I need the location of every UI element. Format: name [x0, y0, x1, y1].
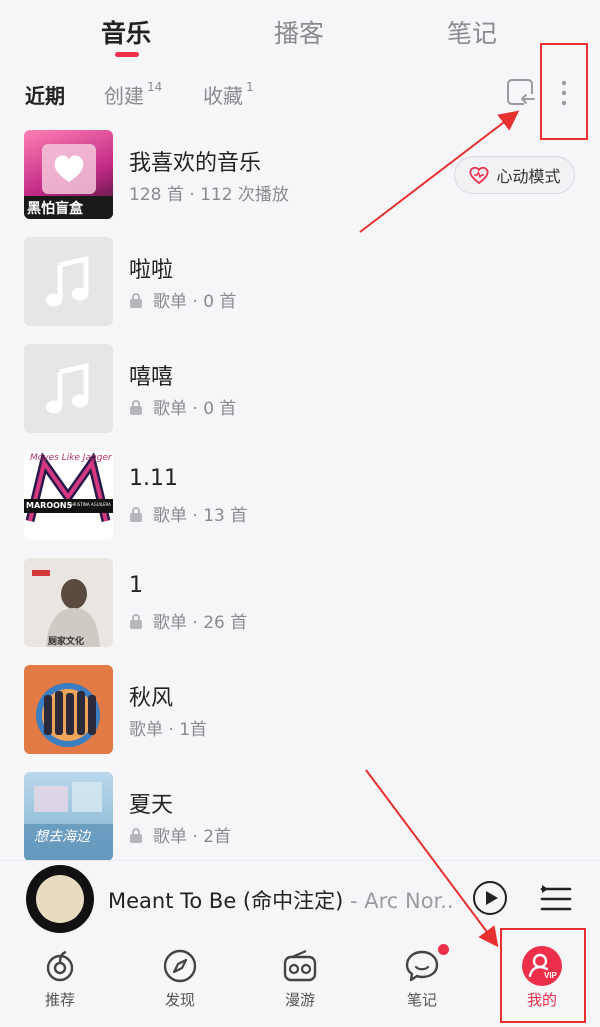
playlist-title: 嘻嘻: [129, 365, 174, 390]
now-playing-text: Meant To Be (命中注定) - Arc Nor...: [108, 885, 453, 915]
top-tabs: 音乐 播客 笔记: [0, 0, 600, 62]
playlist-title: 夏天: [129, 793, 174, 818]
playlist-cover: 厕家文化: [24, 558, 113, 647]
seaside-cover-art: [24, 782, 113, 861]
music-note-icon: [46, 362, 89, 414]
recommend-icon: [46, 950, 74, 982]
annotation-box-mine: [500, 928, 586, 1023]
import-icon[interactable]: [504, 76, 538, 110]
playlist-meta-row: 歌单 · 26 首: [129, 608, 247, 633]
subtab-favorites-count: 1: [246, 80, 254, 95]
notification-dot: [438, 944, 449, 955]
playlist-meta: 歌单 · 1首: [129, 720, 208, 740]
playlist-cover: [24, 665, 113, 754]
chat-bubble-icon: [405, 950, 439, 982]
playlist-item[interactable]: 嘻嘻 歌单 · 0 首: [24, 344, 584, 434]
playlist-item-liked[interactable]: 黑怕盲盒 我喜欢的音乐 128 首 · 112 次播放 心动模式: [24, 130, 584, 220]
playlist-meta: 歌单 · 0 首: [153, 292, 237, 312]
lock-icon: [130, 399, 142, 415]
playlist-item[interactable]: 厕家文化 1 歌单 · 26 首: [24, 558, 584, 648]
mini-player[interactable]: Meant To Be (命中注定) - Arc Nor...: [0, 860, 600, 936]
nav-label: 笔记: [406, 991, 437, 1009]
cover-caption: 黑怕盲盒: [27, 201, 83, 217]
playlist-title: 1: [129, 573, 143, 598]
playlist-meta-row: 歌单 · 2首: [129, 822, 231, 847]
lock-icon: [130, 506, 142, 522]
playlist-title: 秋风: [129, 686, 174, 711]
playlist-item[interactable]: 啦啦 歌单 · 0 首: [24, 237, 584, 327]
playlist-item[interactable]: 秋风 歌单 · 1首: [24, 665, 584, 755]
playlist-cover: 黑怕盲盒: [24, 130, 113, 219]
lock-icon: [130, 292, 142, 308]
playlist-cover: [24, 237, 113, 326]
playlist-queue-icon[interactable]: [540, 883, 572, 915]
playlist-meta: 歌单 · 26 首: [153, 613, 248, 633]
nav-recommend[interactable]: 推荐: [15, 936, 105, 1027]
playlist-title: 1.11: [129, 466, 178, 491]
playlist-title: 我喜欢的音乐: [129, 151, 262, 176]
nav-label: 漫游: [284, 991, 315, 1009]
nav-label: 发现: [164, 991, 195, 1009]
play-icon[interactable]: [472, 880, 508, 916]
playlist-meta: 歌单 · 13 首: [153, 506, 248, 526]
nav-discover[interactable]: 发现: [135, 936, 225, 1027]
compass-icon: [163, 949, 197, 983]
playlist-item[interactable]: Moves Like Jagger MAROON5 CHRISTINA AGUI…: [24, 451, 584, 541]
lock-icon: [130, 827, 142, 843]
maroon-featuring-text: CHRISTINA AGUILERA: [68, 502, 111, 507]
heart-mode-label: 心动模式: [496, 167, 561, 186]
album-art: [36, 875, 84, 923]
music-note-icon: [46, 255, 89, 307]
annotation-box-more: [540, 43, 588, 140]
playlist-meta: 歌单 · 0 首: [153, 399, 237, 419]
playlist-item[interactable]: 想去海边 夏天 歌单 · 2首: [24, 772, 584, 862]
playlist-meta-row: 歌单 · 0 首: [129, 394, 236, 419]
playlist-cover: 想去海边: [24, 772, 113, 861]
nav-notes[interactable]: 笔记: [377, 936, 467, 1027]
maroon5-cover-art: [24, 452, 113, 523]
heartbeat-icon: [469, 166, 490, 185]
subtab-created-label: 创建: [104, 84, 144, 108]
album-disc[interactable]: [26, 865, 94, 933]
subtab-recent-label: 近期: [25, 84, 65, 108]
nav-roam[interactable]: 漫游: [255, 936, 345, 1027]
playlist-title: 啦啦: [129, 258, 174, 283]
maroon-band-text: MAROON5: [26, 501, 73, 510]
subtab-created-count: 14: [147, 80, 163, 95]
playlist-meta-row: 歌单 · 13 首: [129, 501, 247, 526]
song-artist: - Arc Nor...: [343, 889, 453, 913]
playlist-cover: Moves Like Jagger MAROON5 CHRISTINA AGUI…: [24, 451, 113, 540]
tab-notes[interactable]: 笔记: [447, 14, 497, 50]
tab-podcast[interactable]: 播客: [274, 14, 324, 50]
subtab-recent[interactable]: 近期: [25, 80, 65, 109]
subtab-created[interactable]: 创建 14: [104, 80, 162, 109]
maroon-title-text: Moves Like Jagger: [30, 453, 112, 463]
heart-mode-button[interactable]: 心动模式: [454, 156, 575, 194]
tab-music[interactable]: 音乐: [101, 14, 151, 50]
cover-text: 想去海边: [34, 829, 90, 845]
playlist-cover: [24, 344, 113, 433]
nav-label: 推荐: [44, 991, 75, 1009]
playlist-meta-row: 歌单 · 0 首: [129, 287, 236, 312]
song-title: Meant To Be (命中注定): [108, 889, 344, 913]
tab-indicator: [115, 52, 139, 57]
band-cover-art: [36, 683, 100, 747]
cover-label: 厕家文化: [48, 637, 85, 647]
lock-icon: [130, 613, 142, 629]
radio-icon: [283, 949, 317, 982]
playlist-meta: 128 首 · 112 次播放: [129, 185, 289, 205]
playlist-meta: 歌单 · 2首: [153, 827, 232, 847]
subtab-favorites-label: 收藏: [203, 84, 243, 108]
subtab-favorites[interactable]: 收藏 1: [203, 80, 254, 109]
